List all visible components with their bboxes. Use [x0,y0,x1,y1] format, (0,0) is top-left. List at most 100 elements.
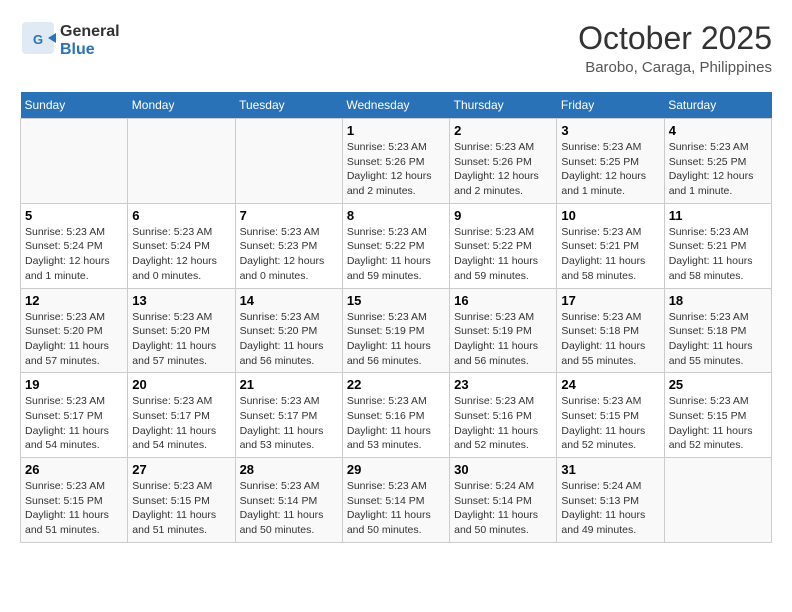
calendar-cell: 8 Sunrise: 5:23 AM Sunset: 5:22 PM Daylig… [342,203,449,288]
day-info: Sunrise: 5:23 AM Sunset: 5:16 PM Dayligh… [454,394,552,453]
day-info: Sunrise: 5:23 AM Sunset: 5:18 PM Dayligh… [561,310,659,369]
day-number: 29 [347,462,445,477]
day-info: Sunrise: 5:24 AM Sunset: 5:13 PM Dayligh… [561,479,659,538]
day-info: Sunrise: 5:23 AM Sunset: 5:21 PM Dayligh… [669,225,767,284]
day-number: 10 [561,208,659,223]
weekday-tuesday: Tuesday [235,92,342,119]
calendar-cell: 15 Sunrise: 5:23 AM Sunset: 5:19 PM Dayli… [342,288,449,373]
calendar-cell: 27 Sunrise: 5:23 AM Sunset: 5:15 PM Dayli… [128,458,235,543]
calendar-cell: 5 Sunrise: 5:23 AM Sunset: 5:24 PM Daylig… [21,203,128,288]
weekday-sunday: Sunday [21,92,128,119]
month-title: October 2025 [578,20,772,57]
calendar-cell: 24 Sunrise: 5:23 AM Sunset: 5:15 PM Dayli… [557,373,664,458]
day-number: 4 [669,123,767,138]
weekday-wednesday: Wednesday [342,92,449,119]
week-row-1: 1 Sunrise: 5:23 AM Sunset: 5:26 PM Daylig… [21,119,772,204]
calendar-cell [128,119,235,204]
calendar-cell: 2 Sunrise: 5:23 AM Sunset: 5:26 PM Daylig… [450,119,557,204]
calendar-cell: 20Sunrise: 5:23 AM Sunset: 5:17 PM Dayli… [128,373,235,458]
day-info: Sunrise: 5:23 AM Sunset: 5:22 PM Dayligh… [454,225,552,284]
logo-text: General Blue [60,23,120,58]
day-info: Sunrise: 5:23 AM Sunset: 5:15 PM Dayligh… [561,394,659,453]
calendar-cell: 14 Sunrise: 5:23 AM Sunset: 5:20 PM Dayli… [235,288,342,373]
day-number: 31 [561,462,659,477]
day-info: Sunrise: 5:23 AM Sunset: 5:26 PM Dayligh… [454,140,552,199]
week-row-4: 19 Sunrise: 5:23 AM Sunset: 5:17 PM Dayli… [21,373,772,458]
day-number: 16 [454,293,552,308]
weekday-friday: Friday [557,92,664,119]
title-block: October 2025 Barobo, Caraga, Philippines [578,20,772,76]
calendar-cell [21,119,128,204]
day-number: 6 [132,208,230,223]
calendar-cell: 11 Sunrise: 5:23 AM Sunset: 5:21 PM Dayli… [664,203,771,288]
calendar-cell: 12 Sunrise: 5:23 AM Sunset: 5:20 PM Dayli… [21,288,128,373]
calendar-cell: 13Sunrise: 5:23 AM Sunset: 5:20 PM Dayli… [128,288,235,373]
calendar-cell: 10 Sunrise: 5:23 AM Sunset: 5:21 PM Dayli… [557,203,664,288]
day-number: 17 [561,293,659,308]
calendar-cell: 4Sunrise: 5:23 AM Sunset: 5:25 PM Daylig… [664,119,771,204]
calendar-cell: 16 Sunrise: 5:23 AM Sunset: 5:19 PM Dayli… [450,288,557,373]
day-number: 27 [132,462,230,477]
day-number: 28 [240,462,338,477]
calendar-cell: 9 Sunrise: 5:23 AM Sunset: 5:22 PM Daylig… [450,203,557,288]
day-info: Sunrise: 5:23 AM Sunset: 5:20 PM Dayligh… [25,310,123,369]
calendar-body: 1 Sunrise: 5:23 AM Sunset: 5:26 PM Daylig… [21,119,772,543]
day-info: Sunrise: 5:23 AM Sunset: 5:23 PM Dayligh… [240,225,338,284]
calendar-cell: 26Sunrise: 5:23 AM Sunset: 5:15 PM Dayli… [21,458,128,543]
week-row-2: 5 Sunrise: 5:23 AM Sunset: 5:24 PM Daylig… [21,203,772,288]
week-row-3: 12 Sunrise: 5:23 AM Sunset: 5:20 PM Dayli… [21,288,772,373]
day-number: 5 [25,208,123,223]
day-number: 8 [347,208,445,223]
day-info: Sunrise: 5:23 AM Sunset: 5:26 PM Dayligh… [347,140,445,199]
logo-icon: G [20,20,56,61]
calendar-cell: 7 Sunrise: 5:23 AM Sunset: 5:23 PM Daylig… [235,203,342,288]
day-number: 15 [347,293,445,308]
day-number: 13 [132,293,230,308]
day-info: Sunrise: 5:23 AM Sunset: 5:17 PM Dayligh… [25,394,123,453]
calendar-cell: 25Sunrise: 5:23 AM Sunset: 5:15 PM Dayli… [664,373,771,458]
day-number: 25 [669,377,767,392]
day-number: 9 [454,208,552,223]
day-info: Sunrise: 5:23 AM Sunset: 5:19 PM Dayligh… [347,310,445,369]
calendar-table: SundayMondayTuesdayWednesdayThursdayFrid… [20,92,772,543]
calendar-cell: 18Sunrise: 5:23 AM Sunset: 5:18 PM Dayli… [664,288,771,373]
day-number: 3 [561,123,659,138]
day-info: Sunrise: 5:23 AM Sunset: 5:25 PM Dayligh… [561,140,659,199]
day-info: Sunrise: 5:23 AM Sunset: 5:19 PM Dayligh… [454,310,552,369]
weekday-saturday: Saturday [664,92,771,119]
day-number: 11 [669,208,767,223]
day-info: Sunrise: 5:23 AM Sunset: 5:21 PM Dayligh… [561,225,659,284]
week-row-5: 26Sunrise: 5:23 AM Sunset: 5:15 PM Dayli… [21,458,772,543]
day-info: Sunrise: 5:24 AM Sunset: 5:14 PM Dayligh… [454,479,552,538]
location: Barobo, Caraga, Philippines [578,59,772,76]
svg-text:G: G [33,32,43,47]
day-info: Sunrise: 5:23 AM Sunset: 5:18 PM Dayligh… [669,310,767,369]
day-number: 7 [240,208,338,223]
calendar-cell: 30Sunrise: 5:24 AM Sunset: 5:14 PM Dayli… [450,458,557,543]
calendar-cell: 31 Sunrise: 5:24 AM Sunset: 5:13 PM Dayli… [557,458,664,543]
calendar-cell: 21Sunrise: 5:23 AM Sunset: 5:17 PM Dayli… [235,373,342,458]
weekday-header-row: SundayMondayTuesdayWednesdayThursdayFrid… [21,92,772,119]
day-number: 14 [240,293,338,308]
day-number: 12 [25,293,123,308]
day-info: Sunrise: 5:23 AM Sunset: 5:17 PM Dayligh… [132,394,230,453]
calendar-cell: 28Sunrise: 5:23 AM Sunset: 5:14 PM Dayli… [235,458,342,543]
day-info: Sunrise: 5:23 AM Sunset: 5:15 PM Dayligh… [132,479,230,538]
calendar-cell: 1 Sunrise: 5:23 AM Sunset: 5:26 PM Daylig… [342,119,449,204]
day-number: 21 [240,377,338,392]
day-number: 1 [347,123,445,138]
day-number: 19 [25,377,123,392]
page-header: G General Blue October 2025 Barobo, Cara… [20,20,772,76]
calendar-cell: 6Sunrise: 5:23 AM Sunset: 5:24 PM Daylig… [128,203,235,288]
day-info: Sunrise: 5:23 AM Sunset: 5:24 PM Dayligh… [25,225,123,284]
day-info: Sunrise: 5:23 AM Sunset: 5:16 PM Dayligh… [347,394,445,453]
day-number: 24 [561,377,659,392]
logo: G General Blue [20,20,120,61]
day-info: Sunrise: 5:23 AM Sunset: 5:15 PM Dayligh… [25,479,123,538]
day-number: 22 [347,377,445,392]
day-info: Sunrise: 5:23 AM Sunset: 5:20 PM Dayligh… [240,310,338,369]
day-info: Sunrise: 5:23 AM Sunset: 5:22 PM Dayligh… [347,225,445,284]
calendar-cell: 3 Sunrise: 5:23 AM Sunset: 5:25 PM Daylig… [557,119,664,204]
calendar-cell [664,458,771,543]
day-number: 2 [454,123,552,138]
